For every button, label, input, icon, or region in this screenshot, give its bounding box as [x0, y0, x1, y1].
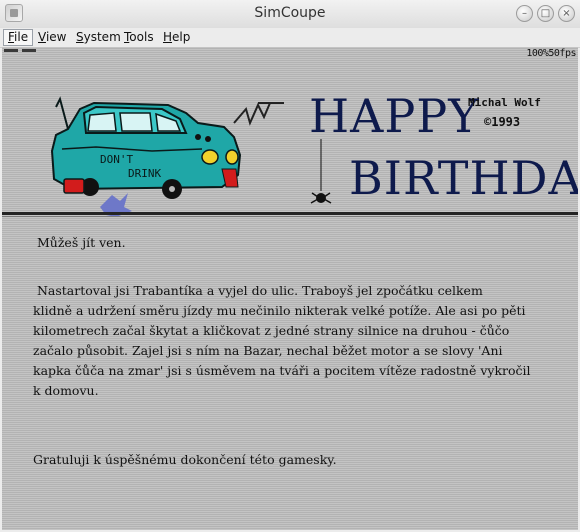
title-bar: SimCoupe – □ × [0, 0, 580, 29]
text-line: klidně a udržení směru jízdy mu nečinilo… [33, 303, 526, 318]
menu-file[interactable]: File [3, 29, 34, 46]
spider-icon [310, 139, 332, 204]
heading-birthday: BIRTHDAY [349, 151, 578, 205]
minimize-button[interactable]: – [516, 5, 533, 22]
minimize-icon: – [522, 8, 527, 19]
divider-line [2, 212, 578, 215]
menu-system[interactable]: System [72, 29, 125, 46]
close-button[interactable]: × [558, 5, 575, 22]
text-line: k domovu. [33, 383, 99, 398]
maximize-button[interactable]: □ [537, 5, 554, 22]
text-line: Nastartoval jsi Trabantíka a vyjel do ul… [33, 283, 483, 298]
car-sign-line1: DON'T [100, 153, 133, 166]
window-title: SimCoupe [254, 5, 326, 21]
copyright-year: ©1993 [484, 115, 521, 129]
text-line: kilometrech začal škytat a kličkovat z j… [33, 323, 510, 338]
text-line: kapka čůča na zmar' jsi s úsměvem na tvá… [33, 363, 531, 378]
heading-happy: HAPPY [309, 89, 480, 143]
text-line: Můžeš jít ven. [33, 235, 126, 250]
close-icon: × [562, 8, 571, 19]
text-line: Gratuluji k úspěšnému dokončení této gam… [33, 452, 337, 467]
emulator-screen[interactable]: 100%50fps DON'T DRINK HAPPY BIRTHDA Mich… [2, 47, 578, 530]
menu-help[interactable]: Help [159, 29, 194, 46]
text-line: začalo působit. Zajel jsi s ním na Bazar… [33, 343, 503, 358]
divider-line-shadow [2, 216, 578, 217]
author-credit: Michal Wolf [468, 96, 541, 109]
car-illustration [50, 96, 284, 217]
maximize-icon: □ [540, 8, 551, 19]
car-sign-line2: DRINK [128, 167, 161, 180]
menu-tools[interactable]: Tools [120, 29, 158, 46]
menu-bar: File View System Tools Help [0, 28, 580, 48]
menu-view[interactable]: View [34, 29, 70, 46]
